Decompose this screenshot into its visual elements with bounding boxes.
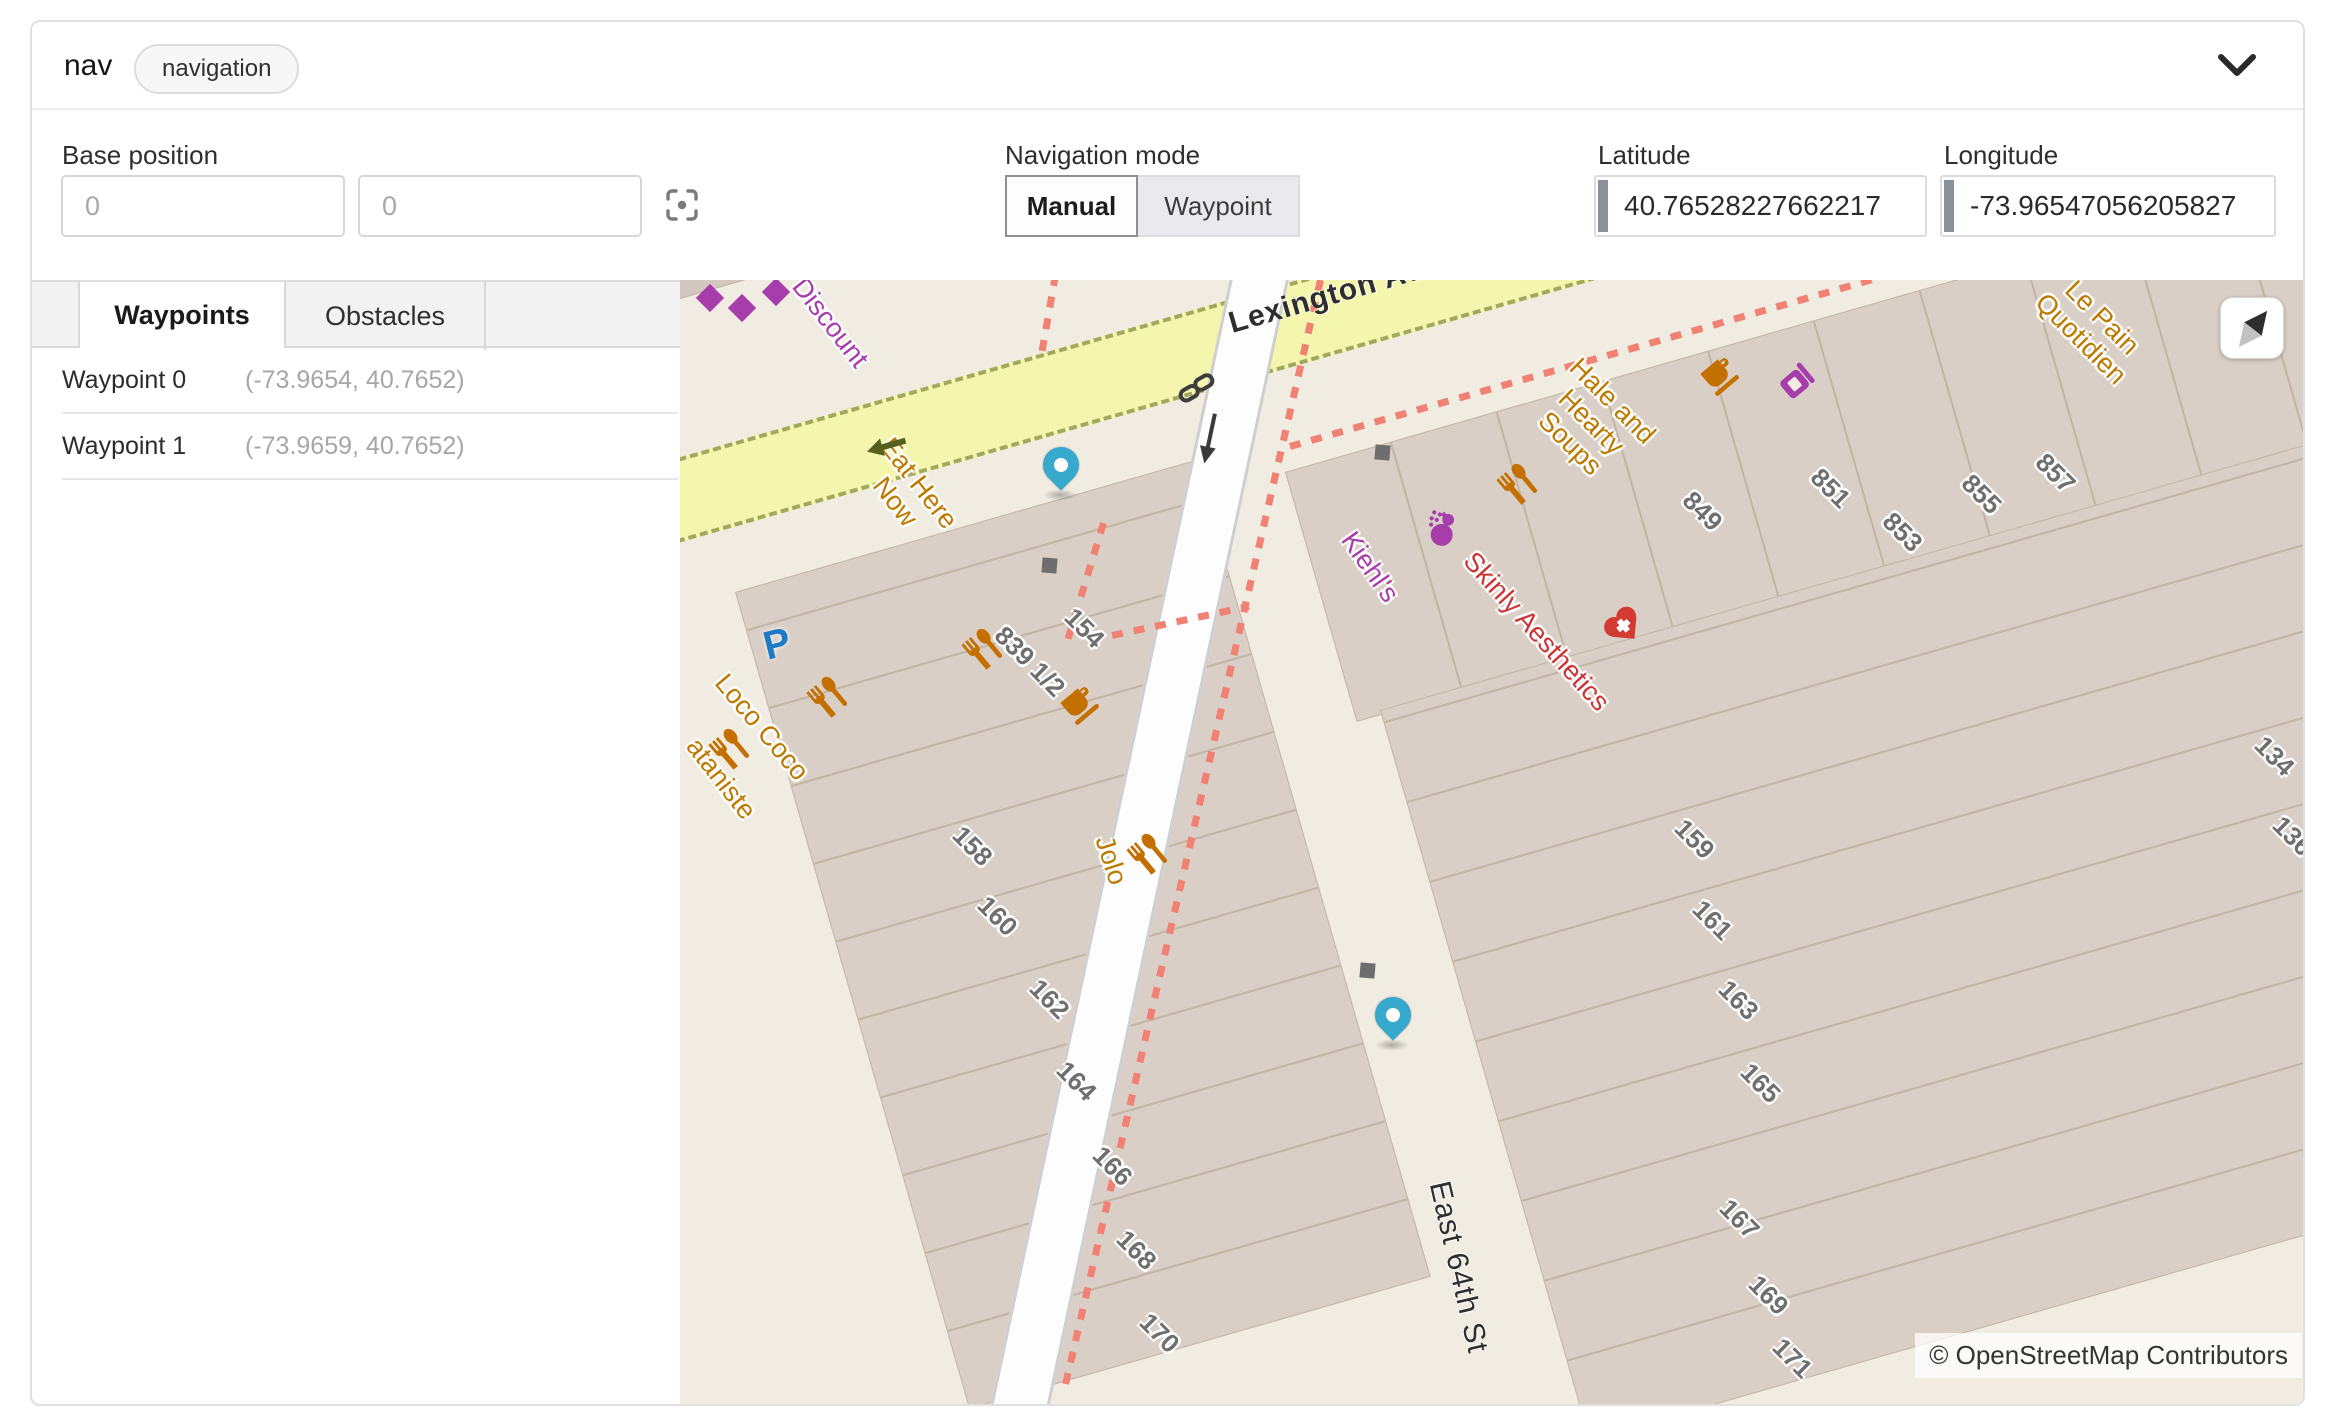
- map-canvas[interactable]: Lexington Ave East 64th St © OpenStreetM…: [680, 280, 2305, 1406]
- base-position-x-input[interactable]: [61, 175, 345, 237]
- compass-needle-icon: [2230, 304, 2276, 354]
- marker-shadow: [1375, 1039, 1409, 1051]
- tab-waypoints[interactable]: Waypoints: [78, 280, 286, 348]
- tab-strip: Waypoints Obstacles: [32, 280, 680, 348]
- waypoint-list: Waypoint 0 (-73.9654, 40.7652) Waypoint …: [32, 348, 680, 480]
- navigation-mode-label: Navigation mode: [1005, 140, 1200, 171]
- drag-handle[interactable]: [1598, 180, 1608, 232]
- marker-shadow: [1043, 489, 1077, 501]
- clothes-icon: [700, 288, 720, 308]
- latitude-input[interactable]: 40.76528227662217: [1594, 175, 1927, 237]
- mode-waypoint-button[interactable]: Waypoint: [1136, 175, 1300, 237]
- waypoint-name: Waypoint 1: [62, 432, 186, 461]
- tab-obstacles[interactable]: Obstacles: [286, 282, 486, 350]
- panel-title: nav: [64, 49, 112, 83]
- waypoint-row[interactable]: Waypoint 1 (-73.9659, 40.7652): [62, 414, 678, 480]
- panel-header: nav navigation: [32, 22, 2303, 110]
- tab-strip-lead: [32, 282, 78, 346]
- map-building: [680, 280, 1007, 304]
- waypoint-name: Waypoint 0: [62, 366, 186, 395]
- dashed-path: [1037, 280, 1059, 359]
- crosshair-icon: [664, 187, 700, 223]
- poi-label: Discount: [786, 280, 874, 373]
- waypoint-row[interactable]: Waypoint 0 (-73.9654, 40.7652): [62, 348, 678, 414]
- compass-button[interactable]: [2220, 297, 2284, 359]
- latitude-value: 40.76528227662217: [1624, 177, 1881, 235]
- entrance-icon: [1357, 960, 1378, 981]
- longitude-label: Longitude: [1944, 140, 2058, 171]
- latitude-label: Latitude: [1598, 140, 1691, 171]
- mode-manual-button[interactable]: Manual: [1005, 175, 1138, 237]
- collapse-button[interactable]: [2212, 44, 2262, 90]
- waypoint-coords: (-73.9654, 40.7652): [245, 366, 465, 395]
- waypoint-coords: (-73.9659, 40.7652): [245, 432, 465, 461]
- clothes-icon: [766, 282, 786, 302]
- base-position-y-input[interactable]: [358, 175, 642, 237]
- navigation-badge: navigation: [134, 44, 299, 94]
- chevron-down-icon: [2217, 53, 2257, 79]
- drag-handle[interactable]: [1944, 180, 1954, 232]
- street-label-east64: East 64th St: [1422, 1178, 1495, 1357]
- map-attribution: © OpenStreetMap Contributors: [1915, 1333, 2302, 1378]
- base-position-label: Base position: [62, 140, 218, 171]
- longitude-value: -73.96547056205827: [1970, 177, 2236, 235]
- waypoint-marker-pin[interactable]: [1368, 990, 1419, 1041]
- longitude-input[interactable]: -73.96547056205827: [1940, 175, 2276, 237]
- waypoint-marker-pin[interactable]: [1036, 440, 1087, 491]
- navigation-panel: nav navigation Base position Navigation …: [30, 20, 2305, 1406]
- navigation-mode-toggle: Manual Waypoint: [1005, 175, 1300, 237]
- clothes-icon: [732, 298, 752, 318]
- center-locate-button[interactable]: [662, 186, 702, 226]
